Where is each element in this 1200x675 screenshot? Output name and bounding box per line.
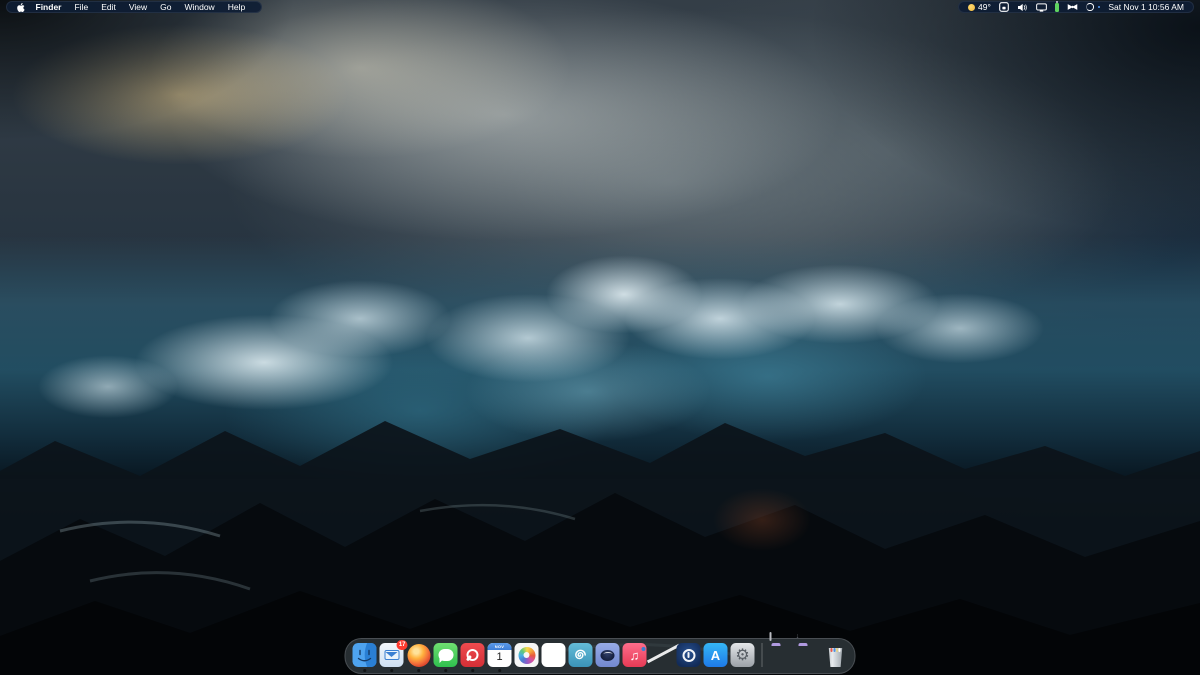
trash-paper-blue	[833, 648, 835, 652]
menu-window[interactable]: Window	[178, 1, 221, 13]
dock-item-messages[interactable]	[434, 643, 458, 667]
menu-go[interactable]: Go	[154, 1, 178, 13]
running-indicator	[417, 669, 420, 672]
dock-item-notes[interactable]	[542, 643, 566, 667]
wallpaper-vignette	[0, 0, 1200, 675]
dock-item-maps[interactable]	[650, 643, 674, 667]
temperature-label: 49°	[978, 2, 991, 12]
menu-bar-clock[interactable]: Sat Nov 1 10:56 AM	[1108, 2, 1184, 12]
dock-item-system-settings[interactable]: ⚙	[731, 643, 755, 667]
finder-icon	[353, 643, 377, 667]
trash-full-icon	[824, 643, 848, 667]
dock-item-spiral-app[interactable]	[569, 643, 593, 667]
calendar-day-label: 1	[488, 650, 512, 667]
menu-app-name[interactable]: Finder	[29, 1, 68, 13]
q-ring-glyph	[467, 649, 479, 661]
running-indicator	[498, 669, 501, 672]
trash-can-glyph	[828, 648, 844, 667]
wallpaper-stormy-sea	[0, 0, 1200, 675]
puck-glyph	[601, 650, 615, 661]
dock-separator	[762, 643, 763, 667]
menu-help[interactable]: Help	[221, 1, 251, 13]
app-store-icon: A	[704, 643, 728, 667]
onepassword-icon	[677, 643, 701, 667]
dock: 17 NOV 1	[345, 638, 856, 674]
system-settings-gear-icon: ⚙	[731, 643, 755, 667]
running-indicator	[444, 669, 447, 672]
dock-item-calendar[interactable]: NOV 1	[488, 643, 512, 667]
stage-manager-icon[interactable]	[999, 2, 1009, 12]
speech-bubble-glyph	[438, 649, 453, 661]
calendar-icon: NOV 1	[488, 643, 512, 667]
menu-file[interactable]: File	[68, 1, 95, 13]
menu-bar-right-pill: 49° Sat Nov 1 10:56 AM	[958, 1, 1194, 13]
keyhole-ring-glyph	[682, 649, 695, 662]
menu-view[interactable]: View	[122, 1, 153, 13]
swirl-glyph	[1086, 3, 1094, 11]
running-indicator	[390, 669, 393, 672]
dock-item-q-app[interactable]	[461, 643, 485, 667]
puck-app-icon	[596, 643, 620, 667]
dock-item-mail[interactable]: 17	[380, 643, 404, 667]
menu-edit[interactable]: Edit	[95, 1, 123, 13]
dock-item-finder[interactable]	[353, 643, 377, 667]
battery-icon[interactable]	[1055, 3, 1060, 12]
apple-logo-icon[interactable]	[16, 2, 25, 13]
photos-icon	[515, 643, 539, 667]
mail-unread-badge: 17	[397, 640, 408, 650]
trash-paper-red	[831, 648, 833, 652]
dock-item-downloads-folder[interactable]: ↓	[797, 643, 821, 667]
dock-item-trash[interactable]	[824, 643, 848, 667]
dock-item-photos[interactable]	[515, 643, 539, 667]
dock-item-puck-app[interactable]	[596, 643, 620, 667]
battery-level-bar	[1055, 3, 1060, 12]
swirl-menu-extra-icon[interactable]	[1086, 3, 1100, 11]
dock-item-app-store[interactable]: A	[704, 643, 728, 667]
volume-icon[interactable]	[1017, 3, 1028, 12]
trash-papers	[831, 648, 841, 652]
calendar-month-label: NOV	[488, 643, 512, 650]
dock-item-firefox[interactable]	[407, 643, 431, 667]
running-indicator	[471, 669, 474, 672]
firefox-icon	[407, 644, 430, 667]
display-icon[interactable]	[1036, 3, 1047, 12]
trash-paper-yellow	[836, 648, 838, 652]
running-indicator	[363, 669, 366, 672]
bowtie-bartender-icon[interactable]	[1067, 3, 1078, 11]
notes-icon	[542, 643, 566, 667]
spiral-app-icon	[569, 643, 593, 667]
weather-status[interactable]: 49°	[968, 2, 991, 12]
trash-paper-white	[839, 648, 841, 652]
messages-icon	[434, 643, 458, 667]
menu-bar: Finder File Edit View Go Window Help 49°	[0, 1, 1200, 14]
q-app-icon	[461, 643, 485, 667]
notification-dot	[1098, 6, 1101, 9]
keyhole-slot-glyph	[687, 652, 689, 658]
sun-icon	[968, 4, 975, 11]
desktop: Finder File Edit View Go Window Help 49°	[0, 0, 1200, 675]
dock-item-documents-folder[interactable]	[770, 643, 794, 667]
flower-glyph	[518, 647, 535, 664]
envelope-glyph	[384, 650, 399, 660]
menu-bar-left-pill: Finder File Edit View Go Window Help	[6, 1, 262, 13]
dock-item-1password[interactable]	[677, 643, 701, 667]
